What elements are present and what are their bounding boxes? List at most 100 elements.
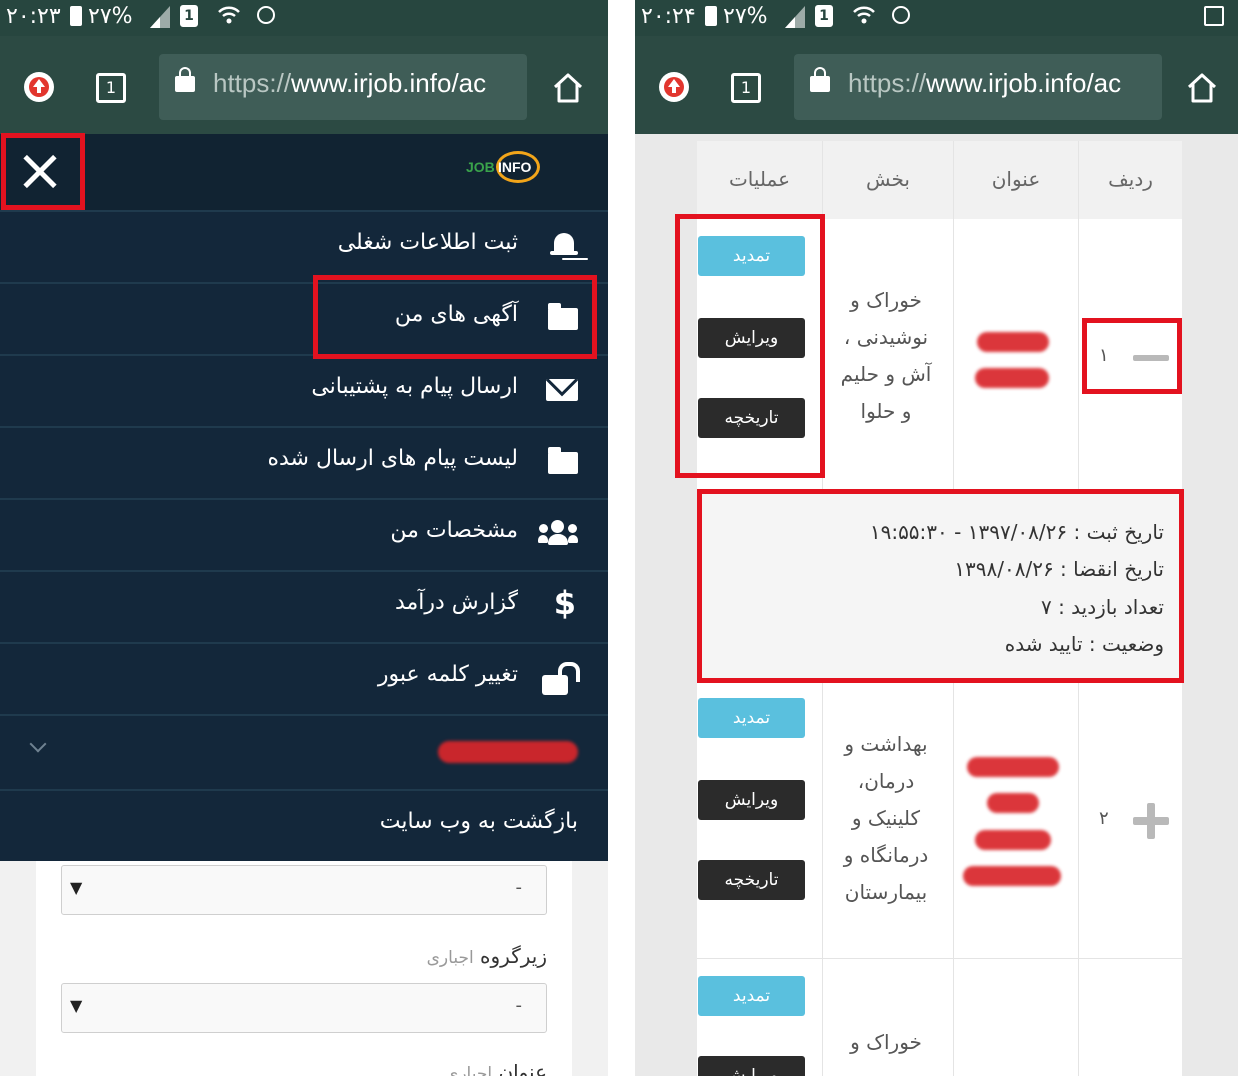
- status-time: ۲۰:۲۳: [6, 4, 61, 29]
- menu-item-my-profile[interactable]: مشخصات من: [0, 498, 608, 568]
- wifi-icon: [218, 4, 240, 31]
- browser-toolbar: 1 https://www.irjob.info/ac: [0, 36, 608, 134]
- signal-icon: [785, 6, 805, 28]
- browser-toolbar: 1 https://www.irjob.info/ac: [635, 36, 1238, 134]
- expiry-date: تاریخ انقضا : ۱۳۹۸/۰۸/۲۶: [954, 557, 1164, 581]
- ad-details: تاریخ ثبت : ۱۳۹۷/۰۸/۲۶ - ۱۹:۵۵:۳۰ تاریخ …: [697, 490, 1182, 680]
- nav-drawer: JOB INFO ثبت اطلاعات شغلی آگهی های من ار…: [0, 134, 608, 861]
- site-logo[interactable]: JOB INFO: [466, 149, 548, 189]
- battery-icon: [705, 6, 717, 26]
- redacted-username: [438, 741, 578, 763]
- drawer-header: JOB INFO: [0, 134, 608, 210]
- bell-icon: [550, 230, 578, 260]
- redacted-title: [975, 368, 1049, 388]
- sim-icon: 1: [180, 5, 198, 27]
- edit-button[interactable]: ویرایش: [698, 318, 805, 358]
- url-bar[interactable]: https://www.irjob.info/ac: [794, 54, 1162, 120]
- home-icon[interactable]: [1186, 72, 1218, 104]
- history-button[interactable]: تاریخچه: [698, 860, 805, 900]
- menu-item-sent-messages[interactable]: لیست پیام های ارسال شده: [0, 426, 608, 496]
- subgroup-select[interactable]: ▼ -: [61, 983, 547, 1033]
- image-notification-icon: [1204, 6, 1224, 26]
- url-text: https://www.irjob.info/ac: [213, 68, 487, 98]
- renew-button[interactable]: تمدید: [698, 976, 805, 1016]
- menu-label: ارسال پیام به پشتیبانی: [311, 374, 518, 399]
- right-screenshot: ۲۰:۲۴ ۲۷% 1 1 https://www.irjob.info/ac …: [635, 0, 1238, 1076]
- row-category: بهداشت و درمان، کلینیک و درمانگاه و بیما…: [843, 732, 929, 904]
- url-bar[interactable]: https://www.irjob.info/ac: [159, 54, 527, 120]
- status-bar: ۲۰:۲۳ ۲۷% 1: [0, 0, 608, 36]
- redacted-title: [967, 757, 1059, 777]
- header-section: بخش: [823, 141, 953, 219]
- redacted-title: [977, 332, 1049, 352]
- header-row: ردیف: [1079, 141, 1182, 219]
- logo-info-text: INFO: [498, 159, 532, 175]
- menu-label: گزارش درآمد: [394, 590, 518, 615]
- upload-icon[interactable]: [24, 72, 54, 102]
- tab-switcher-button[interactable]: 1: [731, 73, 761, 103]
- lock-icon: [810, 67, 830, 92]
- grid-line: [822, 680, 823, 1076]
- battery-percent: ۲۷%: [88, 4, 133, 29]
- title-label: عنوان اجباری: [445, 1060, 547, 1076]
- signal-icon: [150, 6, 170, 28]
- history-button[interactable]: تاریخچه: [698, 398, 805, 438]
- redacted-title: [987, 793, 1039, 813]
- battery-percent: ۲۷%: [723, 4, 768, 29]
- redacted-title: [963, 866, 1061, 886]
- alarm-icon: [892, 6, 910, 24]
- ad-status: وضعیت : تایید شده: [1004, 632, 1164, 656]
- chevron-down-icon: [29, 735, 47, 753]
- row-number: ۲: [1099, 808, 1109, 829]
- close-icon[interactable]: [3, 136, 79, 206]
- upload-icon[interactable]: [659, 72, 689, 102]
- dropdown-arrow-icon: ▼: [70, 878, 83, 897]
- envelope-icon: [546, 379, 578, 401]
- wifi-icon: [853, 4, 875, 31]
- menu-item-back-to-site[interactable]: بازگشت به وب سایت: [0, 789, 608, 861]
- menu-item-contact-support[interactable]: ارسال پیام به پشتیبانی: [0, 354, 608, 424]
- visit-count: تعداد بازدید : ۷: [1040, 595, 1164, 619]
- category-select[interactable]: ▼ -: [61, 865, 547, 915]
- menu-label: ثبت اطلاعات شغلی: [337, 230, 518, 255]
- renew-button[interactable]: تمدید: [698, 236, 805, 276]
- expand-icon[interactable]: [1133, 803, 1169, 839]
- subgroup-label: زیرگروه اجباری: [426, 944, 547, 968]
- folder-icon: [548, 447, 578, 474]
- menu-label: مشخصات من: [390, 518, 518, 543]
- grid-line: [1078, 680, 1079, 1076]
- menu-item-my-ads[interactable]: آگهی های من: [0, 282, 608, 352]
- folder-icon: [548, 303, 578, 330]
- row-category: خوراک و: [850, 1030, 922, 1054]
- tab-switcher-button[interactable]: 1: [96, 73, 126, 103]
- select-value: -: [515, 995, 523, 1016]
- menu-item-change-password[interactable]: تغییر کلمه عبور: [0, 642, 608, 712]
- home-icon[interactable]: [552, 72, 584, 104]
- select-value: -: [515, 877, 523, 898]
- menu-item-account[interactable]: [0, 714, 608, 784]
- alarm-icon: [257, 6, 275, 24]
- row-category: خوراک و نوشیدنی ، آش و حلیم و حلوا: [840, 288, 932, 423]
- redacted-title: [975, 830, 1051, 850]
- renew-button[interactable]: تمدید: [698, 698, 805, 738]
- edit-button[interactable]: ویرایش: [698, 780, 805, 820]
- collapse-icon[interactable]: [1133, 355, 1169, 361]
- battery-icon: [70, 6, 82, 26]
- menu-label: تغییر کلمه عبور: [377, 662, 518, 687]
- menu-item-income-report[interactable]: $ گزارش درآمد: [0, 570, 608, 640]
- grid-line: [953, 680, 954, 1076]
- status-time: ۲۰:۲۴: [641, 4, 696, 29]
- menu-item-job-info[interactable]: ثبت اطلاعات شغلی: [0, 210, 608, 280]
- header-title: عنوان: [954, 141, 1078, 219]
- menu-label: بازگشت به وب سایت: [379, 809, 578, 834]
- url-text: https://www.irjob.info/ac: [848, 68, 1122, 98]
- registration-date: تاریخ ثبت : ۱۳۹۷/۰۸/۲۶ - ۱۹:۵۵:۳۰: [869, 520, 1164, 544]
- dropdown-arrow-icon: ▼: [70, 996, 83, 1015]
- header-operations: عملیات: [697, 141, 822, 219]
- grid-line: [822, 141, 823, 490]
- lock-icon: [175, 67, 195, 92]
- dollar-icon: $: [553, 584, 576, 622]
- edit-button[interactable]: ویرایش: [698, 1056, 805, 1076]
- menu-label: آگهی های من: [394, 302, 518, 327]
- grid-line: [1078, 141, 1079, 490]
